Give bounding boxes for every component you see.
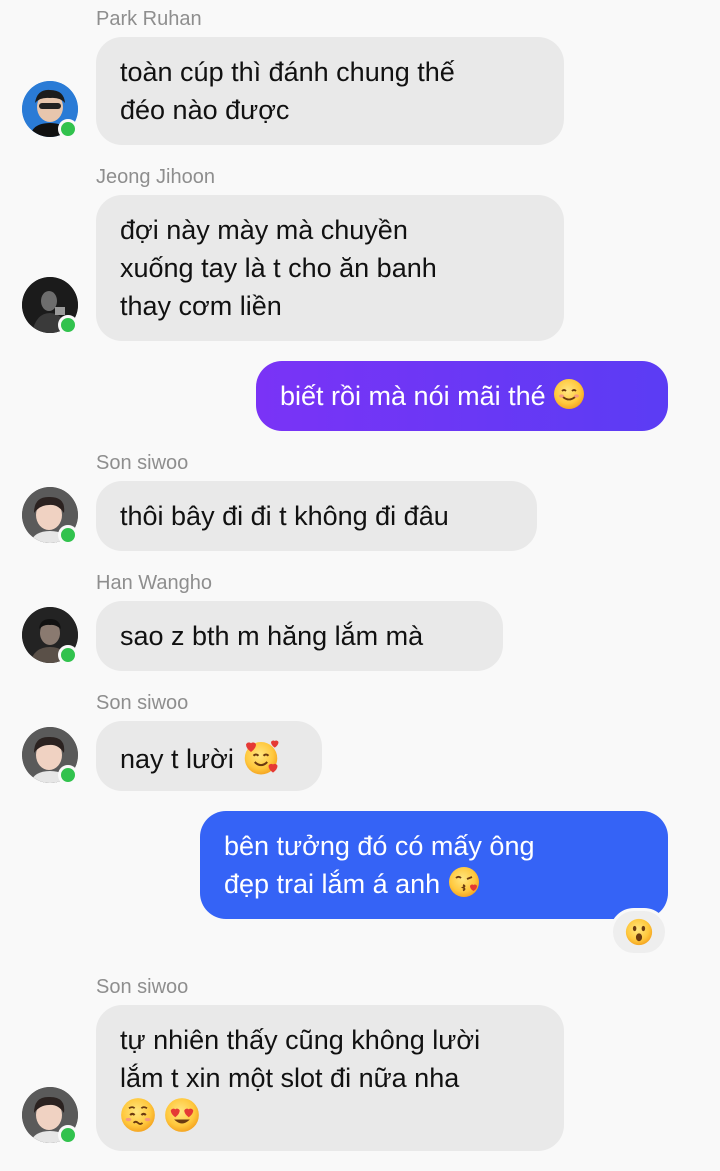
message-text: xuống tay là t cho ăn banh (120, 253, 437, 283)
message-bubble-incoming[interactable]: thôi bây đi đi t không đi đâu (96, 481, 537, 551)
message-bubble-incoming[interactable]: đợi này mày mà chuyền xuống tay là t cho… (96, 195, 564, 341)
message-text: sao z bth m hăng lắm mà (120, 621, 424, 651)
message-bubble-incoming[interactable]: sao z bth m hăng lắm mà (96, 601, 503, 671)
online-status-dot (58, 119, 78, 139)
sender-name: Son siwoo (96, 692, 189, 714)
message-bubble-outgoing[interactable]: biết rồi mà nói mãi thé (256, 361, 668, 431)
message-text: đẹp trai lắm á anh (224, 869, 441, 899)
heart-eyes-icon (164, 1098, 199, 1132)
sender-name: Son siwoo (96, 976, 189, 998)
face-blowing-kiss-icon (448, 867, 479, 897)
message-text: biết rồi mà nói mãi thé (280, 381, 546, 411)
avatar-park-ruhan[interactable] (22, 81, 78, 139)
online-status-dot (58, 765, 78, 785)
message-text: nay t lười (120, 744, 234, 774)
sender-name: Jeong Jihoon (96, 166, 215, 188)
online-status-dot (58, 645, 78, 665)
avatar-son-siwoo[interactable] (22, 487, 78, 545)
message-text: đéo nào được (120, 95, 290, 125)
online-status-dot (58, 525, 78, 545)
avatar-son-siwoo[interactable] (22, 1087, 78, 1145)
message-reaction[interactable] (610, 908, 668, 956)
smiling-face-with-hearts-icon (245, 740, 279, 775)
message-text: đợi này mày mà chuyền (120, 215, 408, 245)
sender-name: Son siwoo (96, 452, 189, 474)
message-text: tự nhiên thấy cũng không lười (120, 1025, 481, 1055)
message-bubble-incoming[interactable]: nay t lười (96, 721, 322, 791)
sender-name: Park Ruhan (96, 8, 202, 30)
smiling-face-icon (554, 379, 585, 409)
pleading-face-icon (121, 1098, 155, 1132)
surprised-face-icon (625, 918, 653, 946)
sender-name: Han Wangho (96, 572, 212, 594)
avatar-son-siwoo[interactable] (22, 727, 78, 785)
avatar-han-wangho[interactable] (22, 607, 78, 665)
message-text: bên tưởng đó có mấy ông (224, 831, 535, 861)
online-status-dot (58, 315, 78, 335)
avatar-jeong-jihoon[interactable] (22, 277, 78, 335)
message-bubble-outgoing[interactable]: bên tưởng đó có mấy ông đẹp trai lắm á a… (200, 811, 668, 919)
message-bubble-incoming[interactable]: tự nhiên thấy cũng không lười lắm t xin … (96, 1005, 564, 1151)
message-text: toàn cúp thì đánh chung thế (120, 57, 455, 87)
message-text: thay cơm liền (120, 291, 282, 321)
online-status-dot (58, 1125, 78, 1145)
message-text: thôi bây đi đi t không đi đâu (120, 501, 449, 531)
message-text: lắm t xin một slot đi nữa nha (120, 1063, 460, 1093)
message-bubble-incoming[interactable]: toàn cúp thì đánh chung thế đéo nào được (96, 37, 564, 145)
